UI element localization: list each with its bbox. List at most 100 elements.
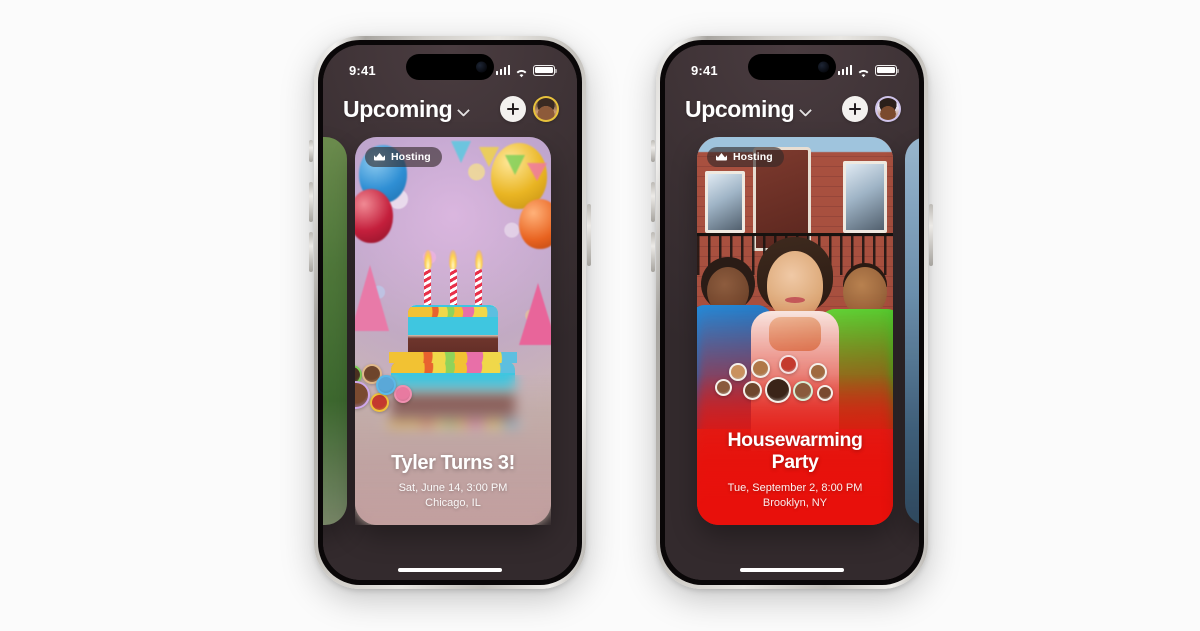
cellular-signal-icon [495, 65, 510, 75]
attendee-avatar[interactable] [779, 355, 798, 374]
status-clock: 9:41 [691, 62, 718, 78]
home-indicator[interactable] [740, 568, 844, 572]
battery-icon [875, 64, 899, 76]
avatar-face [372, 395, 387, 410]
event-card-next[interactable] [905, 137, 919, 525]
attendee-avatar[interactable] [751, 359, 770, 378]
avatar [877, 98, 899, 120]
chevron-down-icon [458, 106, 469, 117]
profile-avatar-button[interactable] [533, 96, 559, 122]
nav-actions [842, 96, 901, 122]
attendee-avatar[interactable] [793, 381, 813, 401]
cellular-signal-icon [837, 65, 852, 75]
status-clock: 9:41 [349, 62, 376, 78]
add-event-button[interactable] [500, 96, 526, 122]
candle-flame-icon [449, 250, 457, 270]
silent-switch[interactable] [651, 140, 655, 162]
volume-up-button[interactable] [651, 182, 655, 222]
event-card-previous[interactable] [323, 137, 347, 525]
avatar-face [745, 383, 760, 398]
balloon-icon [519, 199, 551, 249]
power-button[interactable] [929, 204, 933, 266]
phone-bezel: 9:41 Upcoming [318, 40, 582, 585]
event-date: Tue, September 2, 8:00 PM [727, 482, 863, 494]
avatar-face [753, 361, 768, 376]
dynamic-island [748, 54, 836, 80]
hosting-label: Hosting [391, 151, 431, 163]
party-hat-icon [519, 283, 551, 345]
volume-down-button[interactable] [309, 232, 313, 272]
avatar-face [781, 357, 796, 372]
attendee-avatar-cluster[interactable] [355, 361, 430, 417]
event-carousel-left[interactable]: Hosting Tyler Turns 3! Sat, June 14, 3:0… [323, 137, 577, 537]
attendee-avatar[interactable] [729, 363, 747, 381]
event-date: Sat, June 14, 3:00 PM [398, 482, 508, 494]
balloon-icon [355, 189, 393, 243]
avatar-face [717, 381, 730, 394]
event-card-text: Housewarming Party Tue, September 2, 8:0… [705, 430, 885, 509]
nav-actions [500, 96, 559, 122]
battery-icon [533, 64, 557, 76]
attendee-avatar-cluster[interactable] [697, 351, 893, 407]
avatar-face [355, 383, 368, 407]
bunting-flag-icon [505, 155, 525, 175]
avatar [535, 98, 557, 120]
avatar-face [767, 379, 789, 401]
attendee-avatar[interactable] [376, 375, 396, 395]
upcoming-filter-button[interactable]: Upcoming [685, 96, 811, 123]
event-card-housewarming-party[interactable]: Hosting Housewarming Party Tue, Septembe… [697, 137, 893, 525]
hosting-label: Hosting [733, 151, 773, 163]
attendee-avatar[interactable] [370, 393, 389, 412]
party-hat-icon [355, 265, 389, 331]
bunting-flag-icon [479, 147, 499, 167]
crown-icon [715, 152, 728, 162]
attendee-avatar[interactable] [394, 385, 412, 403]
hosting-badge: Hosting [707, 147, 784, 167]
wifi-icon [857, 65, 870, 78]
home-indicator[interactable] [398, 568, 502, 572]
wifi-icon [515, 65, 528, 78]
avatar-face [811, 365, 825, 379]
window-right [843, 161, 887, 233]
bunting-flag-icon [527, 163, 547, 181]
avatar-face [378, 377, 394, 393]
attendee-avatar[interactable] [743, 381, 762, 400]
volume-down-button[interactable] [651, 232, 655, 272]
phone-screen-right: 9:41 Upcoming Hosting Housewarming Party… [665, 45, 919, 580]
event-card-tyler-turns-3[interactable]: Hosting Tyler Turns 3! Sat, June 14, 3:0… [355, 137, 551, 525]
attendee-avatar[interactable] [765, 377, 791, 403]
phone-screen-left: 9:41 Upcoming Hosting Tyler Turns 3! Sat… [323, 45, 577, 580]
iphone-right: 9:41 Upcoming Hosting Housewarming Party… [651, 36, 933, 589]
nav-bar-left: Upcoming [323, 87, 577, 131]
power-button[interactable] [587, 204, 591, 266]
event-location: Chicago, IL [425, 497, 481, 509]
dynamic-island [406, 54, 494, 80]
screenshot-stage: 9:41 Upcoming Hosting Tyler Turns 3! Sat… [0, 0, 1200, 631]
attendee-avatar[interactable] [809, 363, 827, 381]
avatar-face [795, 383, 811, 399]
front-camera-icon [818, 61, 829, 73]
volume-up-button[interactable] [309, 182, 313, 222]
bunting-flag-icon [451, 141, 471, 163]
silent-switch[interactable] [309, 140, 313, 162]
status-icons [495, 64, 557, 78]
front-camera-icon [476, 61, 487, 73]
event-title: Tyler Turns 3! [391, 451, 515, 474]
attendee-avatar[interactable] [355, 381, 370, 409]
event-title-line2: Party [771, 451, 819, 474]
phone-bezel: 9:41 Upcoming [660, 40, 924, 585]
event-title-line1: Housewarming [727, 429, 863, 452]
hosting-badge: Hosting [365, 147, 442, 167]
profile-avatar-button[interactable] [875, 96, 901, 122]
event-carousel-right[interactable]: Hosting Housewarming Party Tue, Septembe… [665, 137, 919, 537]
add-event-button[interactable] [842, 96, 868, 122]
attendee-avatar[interactable] [715, 379, 732, 396]
candle-flame-icon [423, 250, 432, 270]
crown-icon [373, 152, 386, 162]
attendee-avatar[interactable] [817, 385, 833, 401]
avatar-face [396, 387, 410, 401]
upcoming-filter-button[interactable]: Upcoming [343, 96, 469, 123]
avatar-face [731, 365, 745, 379]
chevron-down-icon [800, 106, 811, 117]
iphone-left: 9:41 Upcoming Hosting Tyler Turns 3! Sat… [309, 36, 591, 589]
